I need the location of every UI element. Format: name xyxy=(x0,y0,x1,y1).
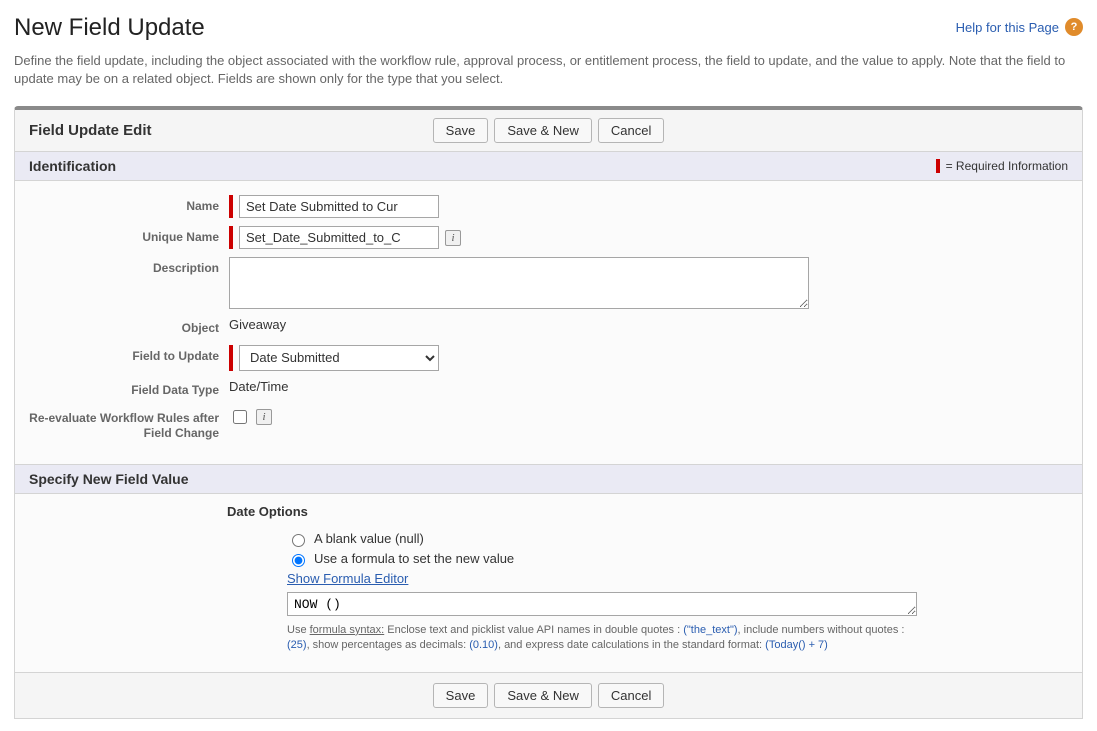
cancel-button[interactable]: Cancel xyxy=(598,118,664,143)
reevaluate-checkbox[interactable] xyxy=(233,410,247,424)
cancel-button[interactable]: Cancel xyxy=(598,683,664,708)
radio-blank-value[interactable] xyxy=(292,534,305,547)
save-and-new-button[interactable]: Save & New xyxy=(494,118,592,143)
field-data-type-value: Date/Time xyxy=(229,379,1068,394)
field-to-update-select[interactable]: Date Submitted xyxy=(239,345,439,371)
radio-blank-label: A blank value (null) xyxy=(314,531,424,546)
info-icon[interactable]: i xyxy=(256,409,272,425)
show-formula-editor-link[interactable]: Show Formula Editor xyxy=(287,571,408,586)
help-link-label: Help for this Page xyxy=(956,20,1059,35)
object-value: Giveaway xyxy=(229,317,1068,332)
page-intro: Define the field update, including the o… xyxy=(14,52,1083,88)
label-unique-name: Unique Name xyxy=(29,226,229,246)
label-reevaluate: Re-evaluate Workflow Rules after Field C… xyxy=(29,407,229,442)
description-input[interactable] xyxy=(229,257,809,309)
page-title: New Field Update xyxy=(14,14,205,42)
required-marker-icon xyxy=(229,345,233,371)
required-bar-icon xyxy=(936,159,940,173)
radio-formula-label: Use a formula to set the new value xyxy=(314,551,514,566)
label-field-data-type: Field Data Type xyxy=(29,379,229,399)
save-button[interactable]: Save xyxy=(433,118,489,143)
required-marker-icon xyxy=(229,195,233,218)
formula-hint: Use formula syntax: Enclose text and pic… xyxy=(287,623,927,654)
required-marker-icon xyxy=(229,226,233,249)
save-button[interactable]: Save xyxy=(433,683,489,708)
formula-input[interactable]: NOW () xyxy=(287,592,917,616)
date-options-title: Date Options xyxy=(227,504,1082,519)
save-and-new-button[interactable]: Save & New xyxy=(494,683,592,708)
radio-use-formula[interactable] xyxy=(292,554,305,567)
unique-name-input[interactable] xyxy=(239,226,439,249)
panel-title: Field Update Edit xyxy=(29,122,329,139)
identification-header: Identification xyxy=(29,158,116,174)
help-link[interactable]: Help for this Page ? xyxy=(956,18,1083,36)
new-value-header: Specify New Field Value xyxy=(29,471,189,487)
help-icon: ? xyxy=(1065,18,1083,36)
label-description: Description xyxy=(29,257,229,277)
field-update-panel: Field Update Edit Save Save & New Cancel… xyxy=(14,106,1083,718)
required-info: = Required Information xyxy=(936,159,1068,173)
label-field-to-update: Field to Update xyxy=(29,345,229,365)
label-object: Object xyxy=(29,317,229,337)
name-input[interactable] xyxy=(239,195,439,218)
info-icon[interactable]: i xyxy=(445,230,461,246)
label-name: Name xyxy=(29,195,229,215)
